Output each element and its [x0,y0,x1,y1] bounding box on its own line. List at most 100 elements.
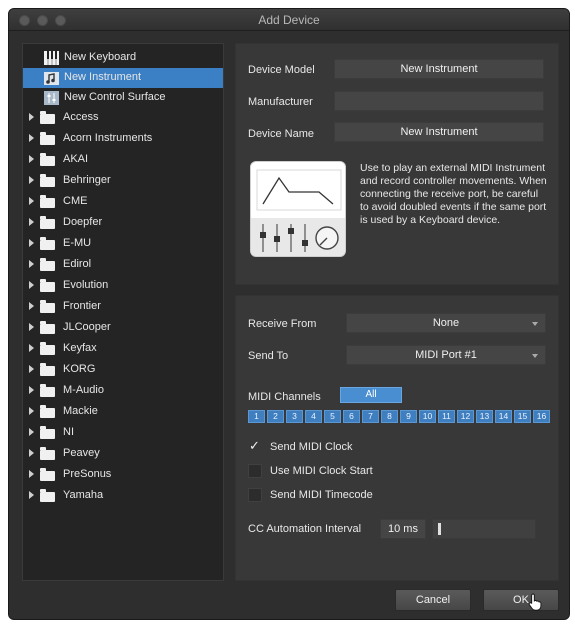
send-midi-timecode-checkbox[interactable] [248,488,262,502]
tree-folder[interactable]: E-MU [23,234,223,254]
midi-channel-button[interactable]: 8 [381,410,398,423]
tree-folder[interactable]: Yamaha [23,486,223,506]
disclosure-arrow-icon[interactable] [29,449,34,457]
disclosure-arrow-icon[interactable] [29,428,34,436]
tree-folder-label: Mackie [63,405,98,417]
disclosure-arrow-icon[interactable] [29,407,34,415]
folder-icon [40,489,55,502]
midi-channel-button[interactable]: 16 [533,410,550,423]
checkmark-icon[interactable]: ✓ [249,438,260,454]
midi-channel-button[interactable]: 2 [267,410,284,423]
folder-icon [40,468,55,481]
chevron-down-icon [532,354,538,358]
midi-channel-button[interactable]: 5 [324,410,341,423]
device-tree[interactable]: New Keyboard New Instrument New Control … [22,43,224,581]
midi-channel-button[interactable]: 11 [438,410,455,423]
tree-folder[interactable]: Access [23,108,223,128]
tree-folder[interactable]: JLCooper [23,318,223,338]
ok-button[interactable]: OK [483,589,559,611]
tree-folder-label: Yamaha [63,489,104,501]
receive-from-value: None [432,317,460,329]
folder-icon [40,279,55,292]
cc-automation-interval-label: CC Automation Interval [248,523,362,535]
tree-folder-label: AKAI [63,153,89,165]
folder-icon [40,384,55,397]
tree-folder[interactable]: Keyfax [23,339,223,359]
disclosure-arrow-icon[interactable] [29,302,34,310]
tree-folder[interactable]: Acorn Instruments [23,129,223,149]
disclosure-arrow-icon[interactable] [29,491,34,499]
device-name-field[interactable]: New Instrument [334,122,544,142]
tree-item-new-control-surface[interactable]: New Control Surface [23,88,223,108]
disclosure-arrow-icon[interactable] [29,323,34,331]
all-channels-button[interactable]: All [340,387,402,403]
tree-folder[interactable]: PreSonus [23,465,223,485]
disclosure-arrow-icon[interactable] [29,365,34,373]
window-title: Add Device [258,13,320,27]
midi-channel-button[interactable]: 7 [362,410,379,423]
midi-channel-button[interactable]: 9 [400,410,417,423]
use-midi-clock-start-label: Use MIDI Clock Start [270,465,373,477]
midi-channel-button[interactable]: 4 [305,410,322,423]
folder-icon [40,153,55,166]
midi-channel-button[interactable]: 12 [457,410,474,423]
hand-cursor-icon [528,593,542,611]
folder-icon [40,342,55,355]
tree-item-new-keyboard[interactable]: New Keyboard [23,48,223,68]
midi-channel-button[interactable]: 15 [514,410,531,423]
disclosure-arrow-icon[interactable] [29,386,34,394]
midi-channel-button[interactable]: 14 [495,410,512,423]
disclosure-arrow-icon[interactable] [29,281,34,289]
folder-icon [40,405,55,418]
tree-folder[interactable]: Peavey [23,444,223,464]
slider-handle[interactable] [438,523,441,535]
midi-channel-button[interactable]: 6 [343,410,360,423]
disclosure-arrow-icon[interactable] [29,239,34,247]
tree-item-new-instrument[interactable]: New Instrument [23,68,223,88]
instrument-icon [44,72,59,85]
cancel-button[interactable]: Cancel [395,589,471,611]
tree-folder[interactable]: AKAI [23,150,223,170]
tree-folder[interactable]: Frontier [23,297,223,317]
disclosure-arrow-icon[interactable] [29,344,34,352]
receive-from-dropdown[interactable]: None [346,313,546,333]
control-surface-icon [44,91,59,105]
midi-channel-button[interactable]: 13 [476,410,493,423]
disclosure-arrow-icon[interactable] [29,197,34,205]
tree-folder[interactable]: M-Audio [23,381,223,401]
disclosure-arrow-icon[interactable] [29,470,34,478]
tree-folder[interactable]: KORG [23,360,223,380]
tree-folder[interactable]: Evolution [23,276,223,296]
disclosure-arrow-icon[interactable] [29,134,34,142]
tree-item-label: New Instrument [64,71,142,83]
keyboard-icon [44,51,59,65]
tree-folder[interactable]: Edirol [23,255,223,275]
tree-folder[interactable]: Behringer [23,171,223,191]
manufacturer-field[interactable] [334,91,544,111]
send-to-dropdown[interactable]: MIDI Port #1 [346,345,546,365]
cc-automation-interval-slider[interactable] [432,519,536,539]
tree-folder-label: Access [63,111,99,123]
disclosure-arrow-icon[interactable] [29,218,34,226]
folder-icon [40,363,55,376]
tree-folder-label: Behringer [63,174,111,186]
tree-folder[interactable]: Mackie [23,402,223,422]
midi-channel-button[interactable]: 3 [286,410,303,423]
tree-folder[interactable]: CME [23,192,223,212]
tree-folder-label: CME [63,195,88,207]
midi-channel-button[interactable]: 10 [419,410,436,423]
midi-channel-button[interactable]: 1 [248,410,265,423]
tree-folder-label: Evolution [63,279,109,291]
disclosure-arrow-icon[interactable] [29,176,34,184]
disclosure-arrow-icon[interactable] [29,113,34,121]
device-model-field[interactable]: New Instrument [334,59,544,79]
cc-automation-interval-value[interactable]: 10 ms [380,519,426,539]
tree-folder[interactable]: NI [23,423,223,443]
disclosure-arrow-icon[interactable] [29,155,34,163]
disclosure-arrow-icon[interactable] [29,260,34,268]
tree-folder[interactable]: Doepfer [23,213,223,233]
use-midi-clock-start-checkbox[interactable] [248,464,262,478]
chevron-down-icon [532,322,538,326]
instrument-preview-image [250,161,346,257]
tree-folder-label: PreSonus [63,468,112,480]
